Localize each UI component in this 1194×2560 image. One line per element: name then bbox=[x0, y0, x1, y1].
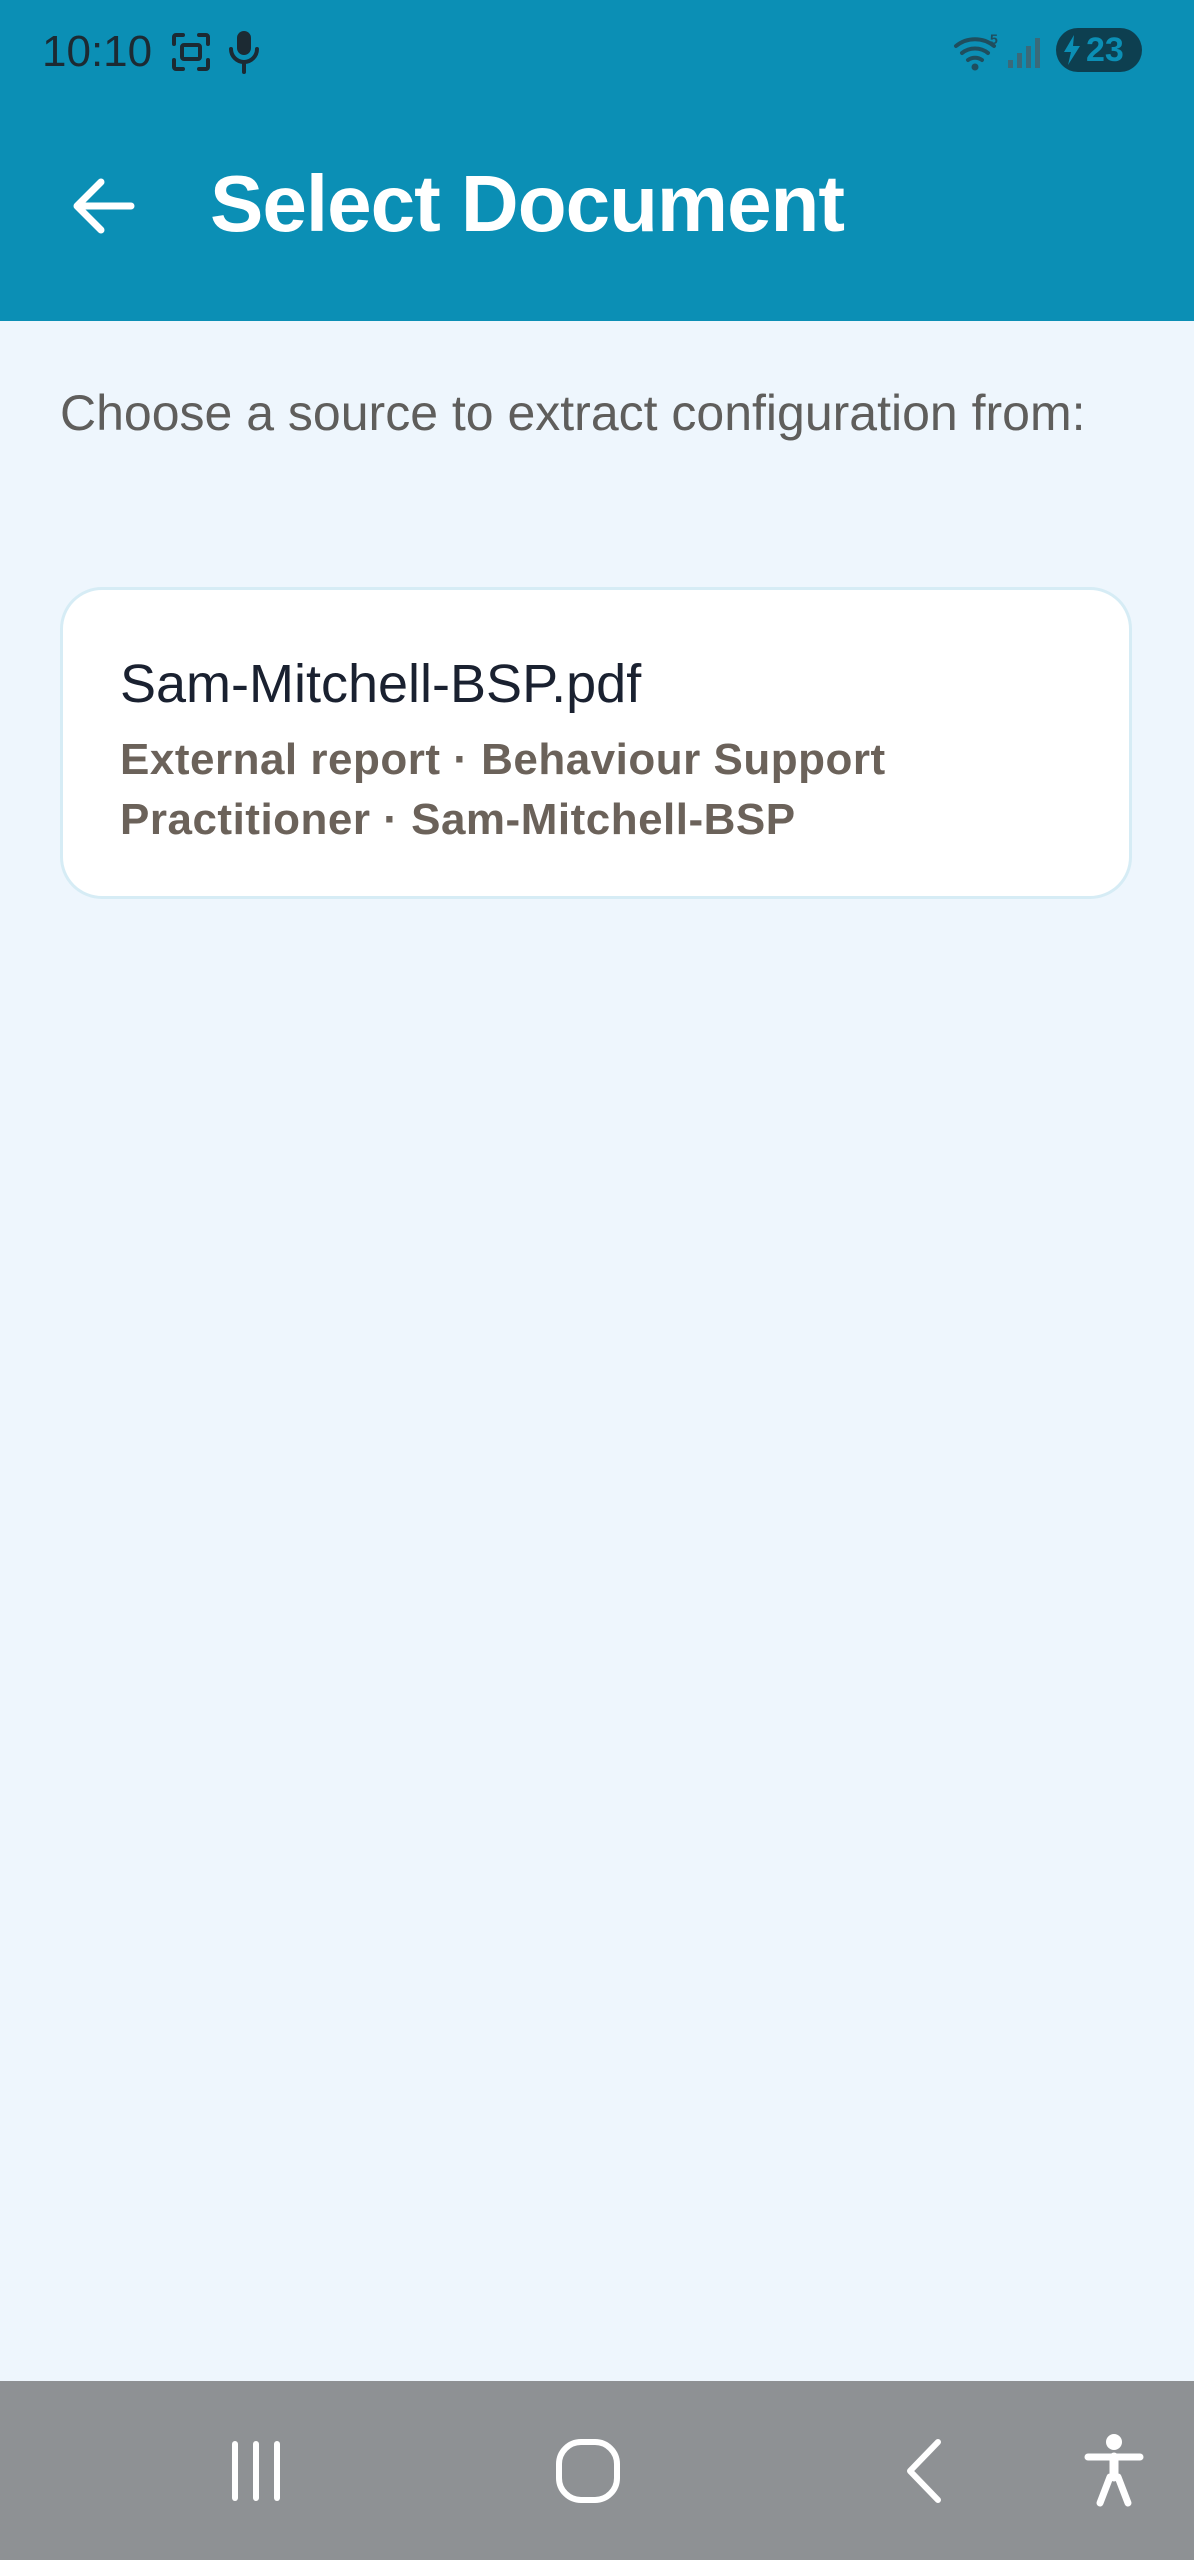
system-nav-bar bbox=[0, 2381, 1194, 2560]
recent-apps-icon bbox=[232, 2441, 280, 2501]
accessibility-button[interactable] bbox=[1054, 2411, 1174, 2531]
wifi-icon: 5 bbox=[954, 32, 998, 71]
battery-level: 23 bbox=[1086, 31, 1124, 69]
battery-icon: 23 bbox=[1056, 28, 1142, 72]
page-title: Select Document bbox=[210, 159, 845, 248]
back-nav-button[interactable] bbox=[864, 2411, 984, 2531]
charging-bolt-icon bbox=[1064, 35, 1080, 65]
app-bar: 10:10 5 23 Select Document bbox=[0, 0, 1194, 321]
document-meta: External report · Behaviour Support Prac… bbox=[120, 735, 886, 844]
instructions-text: Choose a source to extract configuration… bbox=[60, 385, 1086, 441]
status-time: 10:10 bbox=[42, 27, 153, 76]
microphone-icon bbox=[229, 31, 259, 74]
document-title: Sam-Mitchell-BSP.pdf bbox=[120, 654, 642, 714]
back-icon bbox=[907, 2439, 941, 2503]
signal-icon bbox=[1008, 38, 1040, 68]
home-icon bbox=[556, 2439, 620, 2503]
accessibility-icon bbox=[1084, 2434, 1144, 2507]
back-button[interactable] bbox=[66, 168, 142, 244]
status-bar: 10:10 5 23 bbox=[0, 0, 1194, 104]
document-card[interactable]: Sam-Mitchell-BSP.pdf External report · B… bbox=[60, 587, 1132, 899]
screenshot-icon bbox=[172, 33, 210, 71]
arrow-left-icon bbox=[73, 178, 135, 234]
home-button[interactable] bbox=[528, 2411, 648, 2531]
svg-text:5: 5 bbox=[990, 32, 998, 47]
recent-apps-button[interactable] bbox=[196, 2411, 316, 2531]
